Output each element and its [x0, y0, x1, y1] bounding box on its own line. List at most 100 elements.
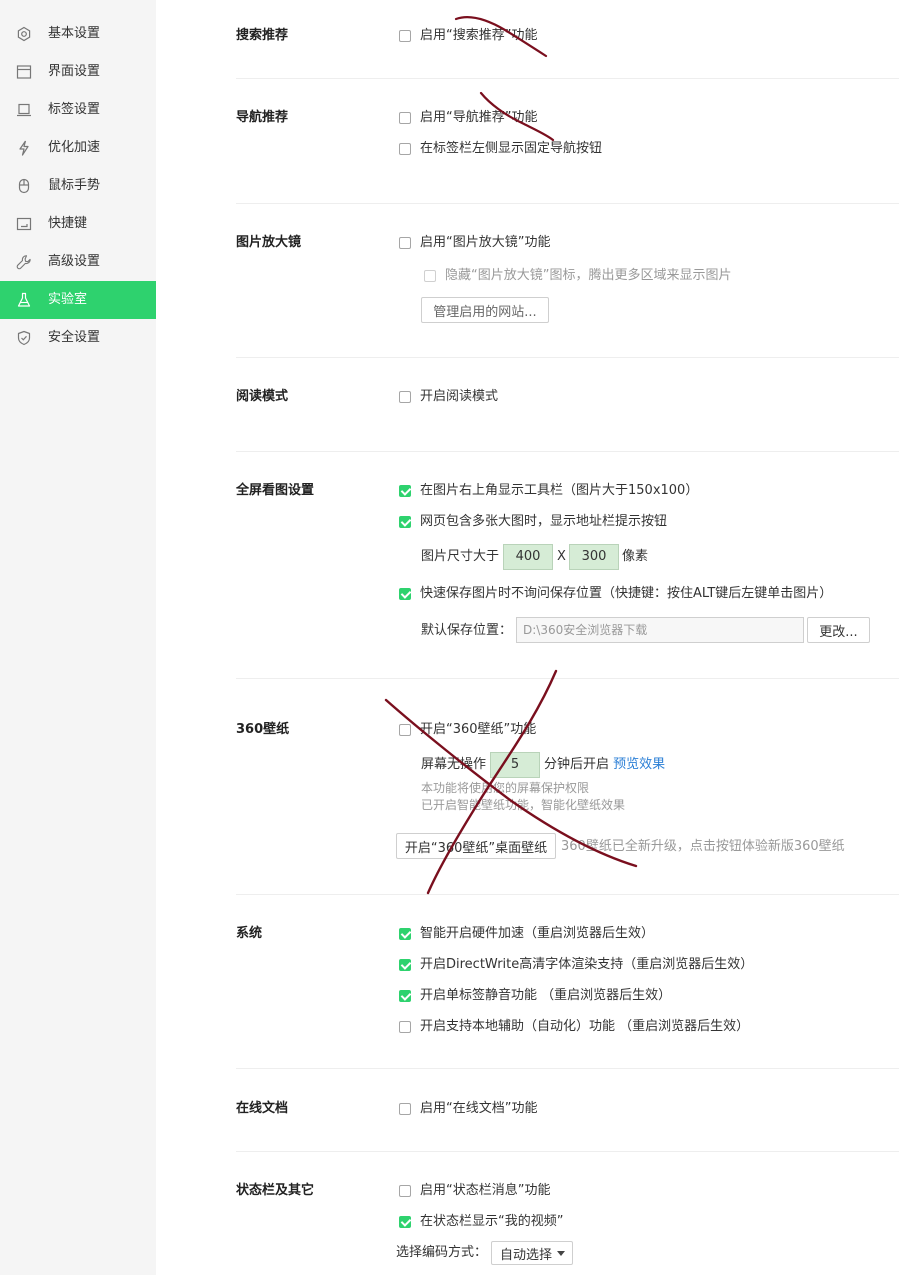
address-hint-option[interactable]: 网页包含多张大图时，显示地址栏提示按钮: [399, 513, 667, 531]
idle-suffix-label: 分钟后开启 预览效果: [544, 756, 665, 774]
sidebar-item-security[interactable]: 安全设置: [0, 319, 156, 357]
hw-accel-checkbox[interactable]: [399, 928, 411, 940]
nav-recommend-option[interactable]: 启用“导航推荐”功能: [399, 109, 537, 127]
directwrite-checkbox[interactable]: [399, 959, 411, 971]
sidebar-item-advanced[interactable]: 高级设置: [0, 243, 156, 281]
shield-icon: [16, 330, 32, 346]
encoding-select[interactable]: 自动选择: [491, 1241, 573, 1265]
online-docs-checkbox[interactable]: [399, 1103, 411, 1115]
directwrite-option[interactable]: 开启DirectWrite高清字体渲染支持（重启浏览器后生效）: [399, 956, 753, 974]
sidebar-item-basic[interactable]: 基本设置: [0, 15, 156, 53]
magnifier-checkbox[interactable]: [399, 237, 411, 249]
option-label: 启用“导航推荐”功能: [420, 110, 538, 125]
section-title-nav-recommend: 导航推荐: [236, 110, 289, 125]
hw-accel-option[interactable]: 智能开启硬件加速（重启浏览器后生效）: [399, 925, 654, 943]
sidebar-item-label: 基本设置: [48, 26, 101, 41]
option-label: 在图片右上角显示工具栏（图片大于150x100）: [420, 483, 699, 498]
idle-minutes-input[interactable]: 5: [490, 752, 540, 778]
sidebar-item-shortcuts[interactable]: 快捷键: [0, 205, 156, 243]
section-title-magnifier: 图片放大镜: [236, 235, 302, 250]
section-divider: [236, 678, 899, 679]
hide-magnifier-icon-checkbox[interactable]: [424, 270, 436, 282]
image-toolbar-checkbox[interactable]: [399, 485, 411, 497]
idle-suffix-text: 分钟后开启: [544, 757, 610, 772]
save-path-input[interactable]: D:\360安全浏览器下载: [516, 617, 804, 643]
my-videos-checkbox[interactable]: [399, 1216, 411, 1228]
online-docs-option[interactable]: 启用“在线文档”功能: [399, 1100, 537, 1118]
wallpaper-option[interactable]: 开启“360壁纸”功能: [399, 721, 536, 739]
wallpaper-note-2: 已开启智能壁纸功能，智能化壁纸效果: [421, 798, 626, 812]
window-icon: [16, 64, 32, 80]
tab-icon: [16, 102, 32, 118]
fixed-nav-button-option[interactable]: 在标签栏左侧显示固定导航按钮: [399, 140, 602, 158]
preview-link[interactable]: 预览效果: [613, 757, 665, 772]
save-path-label: 默认保存位置：: [421, 623, 513, 638]
quick-save-option[interactable]: 快速保存图片时不询问保存位置（快捷键：按住ALT键后左键单击图片）: [399, 585, 832, 603]
tab-mute-option[interactable]: 开启单标签静音功能 （重启浏览器后生效）: [399, 987, 671, 1005]
manage-sites-button[interactable]: 管理启用的网站...: [421, 297, 549, 323]
option-label: 开启DirectWrite高清字体渲染支持（重启浏览器后生效）: [420, 957, 754, 972]
image-height-input[interactable]: 300: [569, 544, 619, 570]
idle-prefix-label: 屏幕无操作: [421, 757, 487, 772]
sidebar-item-label: 标签设置: [48, 102, 101, 117]
sidebar-item-lab[interactable]: 实验室: [0, 281, 156, 319]
sidebar-item-label: 界面设置: [48, 64, 101, 79]
magnifier-option[interactable]: 启用“图片放大镜”功能: [399, 234, 550, 252]
statusbar-messages-option[interactable]: 启用“状态栏消息”功能: [399, 1182, 550, 1200]
settings-panel: 搜索推荐 启用“搜索推荐”功能 导航推荐 启用“导航推荐”功能 在标签栏左侧显示…: [156, 0, 899, 1275]
automation-option[interactable]: 开启支持本地辅助（自动化）功能 （重启浏览器后生效）: [399, 1018, 749, 1036]
my-videos-option[interactable]: 在状态栏显示“我的视频”: [399, 1213, 563, 1231]
sidebar-item-label: 实验室: [48, 292, 88, 307]
sidebar-item-interface[interactable]: 界面设置: [0, 53, 156, 91]
section-divider: [236, 1151, 899, 1152]
wrench-icon: [16, 254, 32, 270]
wallpaper-note-1: 本功能将使用您的屏幕保护权限: [421, 781, 590, 795]
section-divider: [236, 78, 899, 79]
section-title-system: 系统: [236, 926, 263, 941]
sidebar-item-label: 鼠标手势: [48, 178, 101, 193]
gear-icon: [16, 26, 32, 42]
section-title-statusbar: 状态栏及其它: [236, 1183, 315, 1198]
sidebar-item-speed[interactable]: 优化加速: [0, 129, 156, 167]
section-divider: [236, 451, 899, 452]
option-label: 智能开启硬件加速（重启浏览器后生效）: [420, 926, 655, 941]
sidebar-item-tabs[interactable]: 标签设置: [0, 91, 156, 129]
option-label: 启用“搜索推荐”功能: [420, 28, 538, 43]
statusbar-messages-checkbox[interactable]: [399, 1185, 411, 1197]
image-toolbar-option[interactable]: 在图片右上角显示工具栏（图片大于150x100）: [399, 482, 698, 500]
automation-checkbox[interactable]: [399, 1021, 411, 1033]
times-label: X: [557, 549, 566, 564]
mouse-icon: [16, 178, 32, 194]
quick-save-checkbox[interactable]: [399, 588, 411, 600]
option-label: 开启支持本地辅助（自动化）功能 （重启浏览器后生效）: [420, 1019, 750, 1034]
sidebar-item-gestures[interactable]: 鼠标手势: [0, 167, 156, 205]
image-width-input[interactable]: 400: [503, 544, 553, 570]
section-divider: [236, 357, 899, 358]
reader-mode-option[interactable]: 开启阅读模式: [399, 388, 498, 406]
search-recommend-option[interactable]: 启用“搜索推荐”功能: [399, 27, 537, 45]
option-label: 启用“状态栏消息”功能: [420, 1183, 551, 1198]
fixed-nav-button-checkbox[interactable]: [399, 143, 411, 155]
option-label: 网页包含多张大图时，显示地址栏提示按钮: [420, 514, 668, 529]
desktop-wallpaper-button[interactable]: 开启“360壁纸”桌面壁纸: [396, 833, 556, 859]
keyboard-icon: [16, 216, 32, 232]
search-recommend-checkbox[interactable]: [399, 30, 411, 42]
address-hint-checkbox[interactable]: [399, 516, 411, 528]
nav-recommend-checkbox[interactable]: [399, 112, 411, 124]
option-label: 在状态栏显示“我的视频”: [420, 1214, 564, 1229]
wallpaper-upgrade-note: 360壁纸已全新升级，点击按钮体验新版360壁纸: [561, 839, 845, 854]
sidebar-item-label: 安全设置: [48, 330, 101, 345]
section-title-online-docs: 在线文档: [236, 1101, 289, 1116]
option-label: 隐藏“图片放大镜”图标，腾出更多区域来显示图片: [445, 268, 732, 283]
section-divider: [236, 1068, 899, 1069]
change-path-button[interactable]: 更改...: [807, 617, 870, 643]
chevron-down-icon: [557, 1251, 565, 1256]
wallpaper-checkbox[interactable]: [399, 724, 411, 736]
tab-mute-checkbox[interactable]: [399, 990, 411, 1002]
option-label: 开启阅读模式: [420, 389, 499, 404]
pixel-unit-label: 像素: [622, 549, 649, 564]
encoding-label: 选择编码方式：: [396, 1245, 488, 1260]
hide-magnifier-icon-option[interactable]: 隐藏“图片放大镜”图标，腾出更多区域来显示图片: [424, 267, 731, 285]
reader-mode-checkbox[interactable]: [399, 391, 411, 403]
option-label: 快速保存图片时不询问保存位置（快捷键：按住ALT键后左键单击图片）: [420, 586, 833, 601]
